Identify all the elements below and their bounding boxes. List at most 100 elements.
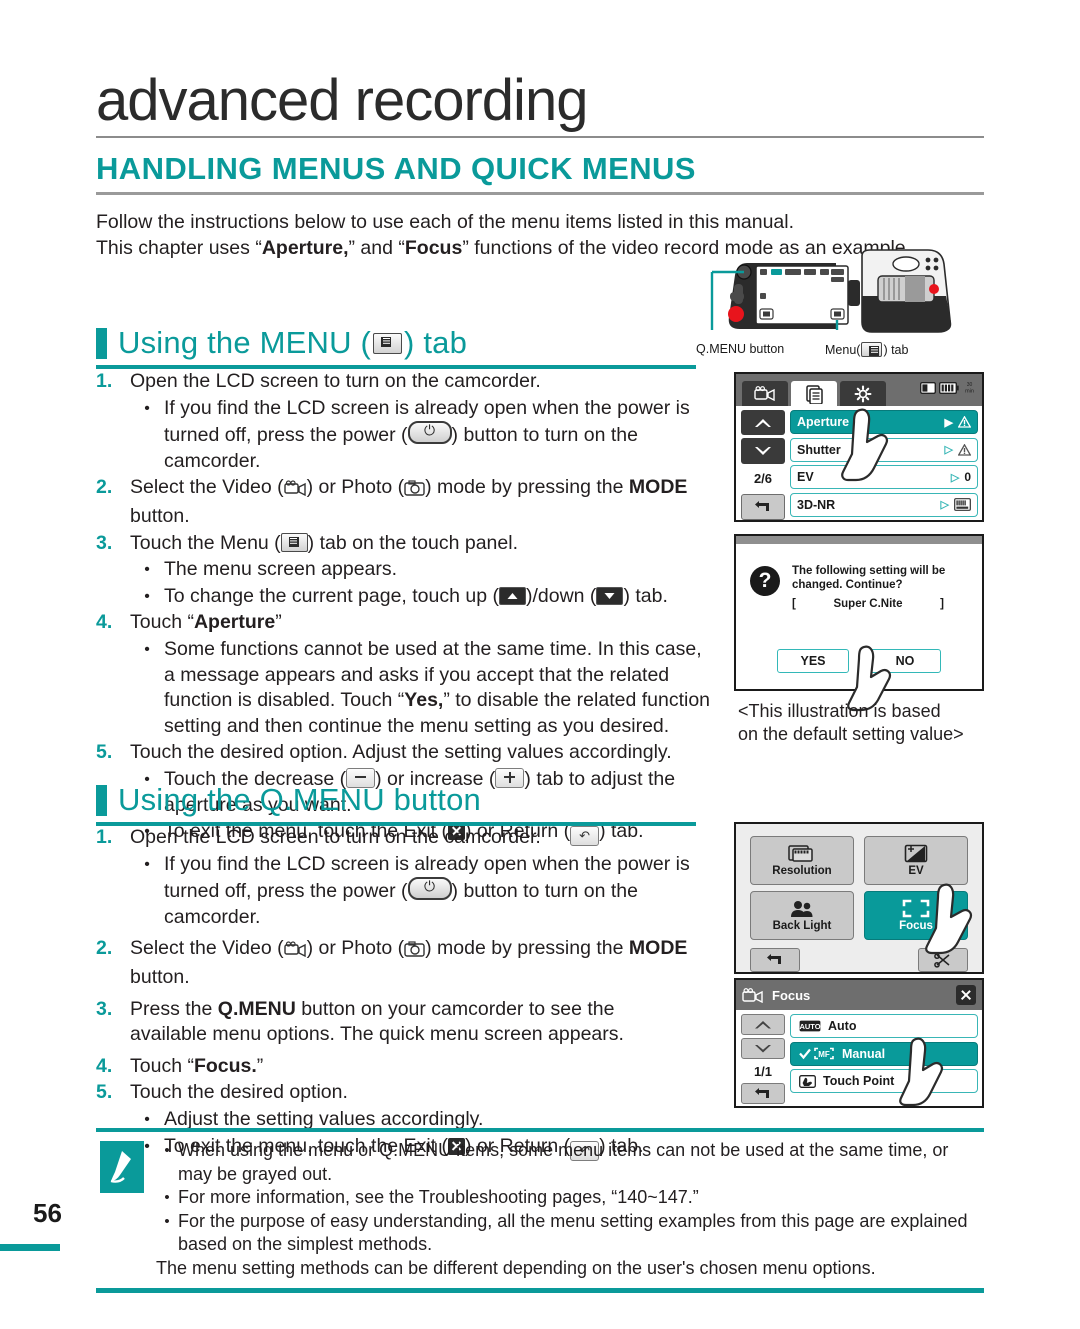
scissors-icon[interactable] bbox=[918, 948, 968, 972]
menu-tab-icon bbox=[861, 342, 883, 357]
page-indicator: 2/6 bbox=[753, 471, 773, 487]
touchpoint-icon bbox=[799, 1074, 816, 1088]
note-item: • When using the menu or Q.MENU items, so… bbox=[164, 1140, 949, 1184]
menu-row-3dnr[interactable]: 3D-NR ▷ bbox=[790, 492, 978, 517]
focus-side-controls: 1/1 bbox=[741, 1014, 785, 1105]
qmenu-steps-list: 1. Open the LCD screen to turn on the ca… bbox=[96, 824, 696, 1161]
lcd-confirm-dialog-screen: ? The following setting will be changed.… bbox=[734, 534, 984, 712]
bullet-item: • Some functions cannot be used at the s… bbox=[144, 637, 711, 737]
down-arrow-icon[interactable] bbox=[741, 1038, 785, 1060]
menu-row-ev[interactable]: EV ▷ 0 bbox=[790, 465, 978, 489]
return-icon[interactable] bbox=[750, 948, 800, 972]
quickmenu-cell-focus[interactable]: Focus bbox=[864, 891, 968, 940]
focus-keyword: Focus bbox=[404, 237, 463, 259]
menu-tab-icon[interactable] bbox=[791, 381, 837, 406]
step-item: 3. Touch the Menu () tab on the touch pa… bbox=[96, 531, 518, 554]
focus-option-touchpoint[interactable]: Touch Point bbox=[790, 1069, 978, 1093]
photo-mode-icon bbox=[404, 939, 425, 965]
video-mode-icon bbox=[283, 939, 307, 965]
qmenu-button-label: Q.MENU button bbox=[696, 342, 785, 356]
step-item: 4. Touch “Focus.” bbox=[96, 1054, 264, 1077]
quickmenu-row: Resolution EV bbox=[750, 836, 968, 885]
return-icon[interactable] bbox=[741, 493, 785, 520]
up-arrow-icon bbox=[498, 586, 526, 605]
note-item: • For the purpose of easy understanding, … bbox=[164, 1210, 968, 1255]
menu-side-controls: 2/6 bbox=[741, 410, 785, 520]
quickmenu-cell-ev[interactable]: EV bbox=[864, 836, 968, 885]
lcd-menu-screen: 30 min 2/6 Aperture ▶ Shutter ▷ EV ▷ 0 3… bbox=[734, 372, 984, 522]
intro-line-1: Follow the instructions below to use eac… bbox=[96, 211, 795, 233]
power-icon bbox=[407, 421, 452, 445]
menu-subsection-header: Using the MENU () tab bbox=[96, 325, 696, 369]
return-icon[interactable] bbox=[741, 1082, 785, 1105]
svg-text:MF: MF bbox=[818, 1050, 830, 1059]
no-button[interactable]: NO bbox=[869, 649, 941, 673]
focus-option-manual[interactable]: MF Manual bbox=[790, 1041, 978, 1066]
up-arrow-icon[interactable] bbox=[741, 1014, 785, 1036]
mf-icon: MF bbox=[814, 1047, 834, 1060]
lcd-focus-screen: Focus 1/1 AUTO Auto MF Manual Touch Poin… bbox=[734, 978, 984, 1108]
settings-tab-icon[interactable] bbox=[840, 381, 886, 406]
focus-option-auto[interactable]: AUTO Auto bbox=[790, 1014, 978, 1038]
card-icon bbox=[920, 381, 936, 394]
menu-heading-text: Using the MENU () tab bbox=[118, 325, 468, 360]
qmenu-heading-text: Using the Q.MENU button bbox=[118, 782, 481, 817]
up-arrow-icon[interactable] bbox=[741, 410, 785, 436]
dialog-message: The following setting will be changed. C… bbox=[792, 565, 946, 610]
svg-text:30: 30 bbox=[967, 382, 973, 388]
note-content: • When using the menu or Q.MENU items, so… bbox=[96, 1132, 984, 1285]
bullet-item: • If you find the LCD screen is already … bbox=[130, 396, 716, 475]
menu-row-aperture[interactable]: Aperture ▶ bbox=[790, 410, 978, 434]
status-indicators: 30 min bbox=[920, 381, 977, 394]
heading-accent-bar bbox=[96, 327, 107, 359]
backlight-icon bbox=[791, 901, 813, 917]
quickmenu-bottom-bar bbox=[750, 948, 968, 972]
heading-accent-bar bbox=[96, 784, 107, 816]
menu-steps-list: 1. Open the LCD screen to turn on the ca… bbox=[96, 368, 716, 847]
page-number-bar bbox=[0, 1244, 60, 1251]
chapter-title: advanced recording bbox=[96, 68, 588, 133]
auto-icon: AUTO bbox=[799, 1020, 821, 1032]
note-item: • For more information, see the Troublesh… bbox=[164, 1187, 699, 1207]
close-icon[interactable] bbox=[956, 985, 976, 1005]
dialog-top-bar bbox=[736, 536, 982, 544]
yes-button[interactable]: YES bbox=[777, 649, 849, 673]
section-title: HANDLING MENUS AND QUICK MENUS bbox=[96, 151, 696, 186]
quickmenu-cell-backlight[interactable]: Back Light bbox=[750, 891, 854, 940]
svg-text:AUTO: AUTO bbox=[799, 1022, 820, 1031]
power-icon bbox=[407, 877, 452, 901]
note-pencil-icon bbox=[100, 1141, 144, 1193]
note-bottom-rule bbox=[96, 1288, 984, 1293]
warning-icon bbox=[958, 443, 971, 456]
menu-icon bbox=[373, 332, 402, 354]
step-item: 1. Open the LCD screen to turn on the ca… bbox=[96, 826, 541, 848]
camcorder-figure: Q.MENU button Menu() tab bbox=[696, 248, 990, 358]
video-tab-icon[interactable] bbox=[742, 381, 788, 406]
note-item-continuation: The menu setting methods can be differen… bbox=[156, 1257, 876, 1278]
check-icon bbox=[799, 1048, 811, 1059]
step-item: 3. Press the Q.MENU button on your camco… bbox=[96, 997, 624, 1046]
question-mark-icon: ? bbox=[750, 566, 780, 596]
aperture-keyword: Aperture, bbox=[261, 237, 349, 259]
bullet-item: • The menu screen appears. bbox=[144, 558, 398, 581]
ev-icon bbox=[904, 844, 928, 863]
lcd-quickmenu-screen: Resolution EV Back Light Focus bbox=[734, 822, 984, 974]
quickmenu-cell-resolution[interactable]: Resolution bbox=[750, 836, 854, 885]
page-header: advanced recording HANDLING MENUS AND QU… bbox=[96, 72, 984, 261]
page-number: 56 bbox=[33, 1198, 62, 1228]
photo-mode-icon bbox=[404, 478, 425, 504]
quickmenu-body: Resolution EV Back Light Focus bbox=[736, 824, 982, 972]
note-items: • When using the menu or Q.MENU items, so… bbox=[156, 1139, 984, 1280]
menu-tab-label: Menu() tab bbox=[825, 342, 909, 357]
step-item: 2. Select the Video () or Photo () mode … bbox=[96, 476, 688, 527]
menu-row-shutter[interactable]: Shutter ▷ bbox=[790, 437, 978, 462]
step-item: 1. Open the LCD screen to turn on the ca… bbox=[96, 370, 541, 392]
down-arrow-icon[interactable] bbox=[741, 438, 785, 464]
menu-icon bbox=[280, 532, 308, 552]
warning-icon bbox=[958, 416, 971, 428]
step-item: 5. Touch the desired option. bbox=[96, 1081, 348, 1104]
down-arrow-icon bbox=[596, 586, 624, 605]
resolution-icon bbox=[788, 845, 813, 862]
svg-text:min: min bbox=[965, 389, 974, 395]
menu-options-list: Aperture ▶ Shutter ▷ EV ▷ 0 3D-NR ▷ bbox=[790, 410, 978, 520]
